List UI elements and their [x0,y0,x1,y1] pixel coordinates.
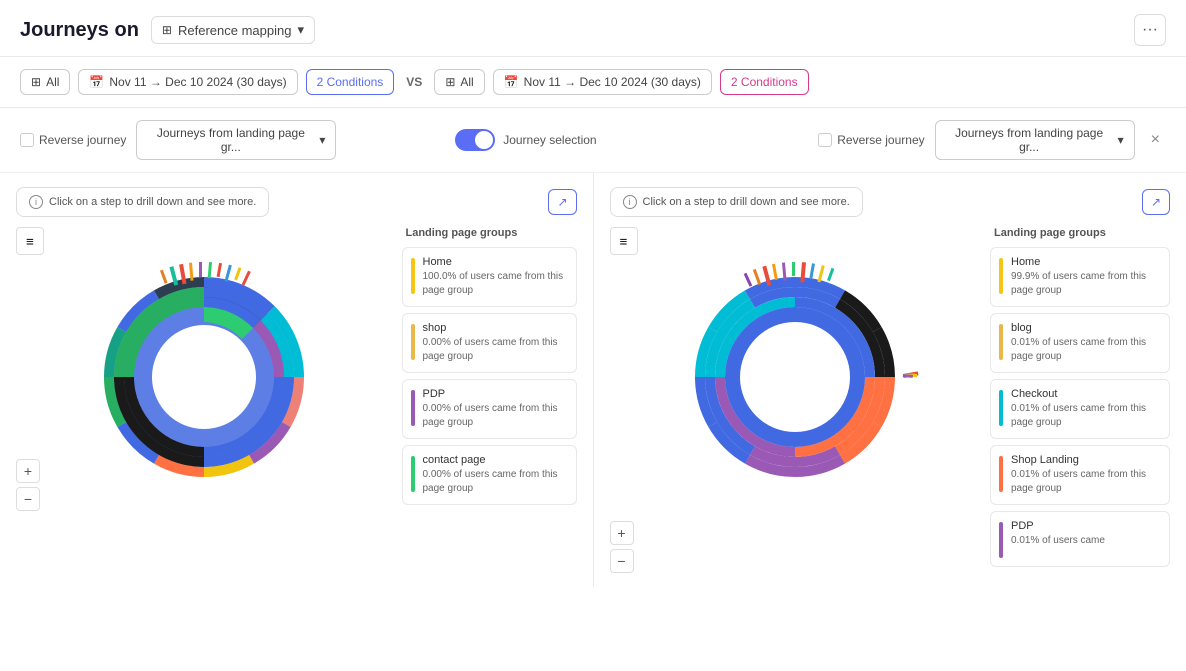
header-left: Journeys on ⊞ Reference mapping ▾ [20,16,315,44]
right-chart[interactable] [610,257,981,497]
right-legend-item-1: blog 0.01% of users came from this page … [990,313,1170,373]
left-expand-button[interactable]: ↗ [548,189,576,215]
close-icon: × [1151,131,1160,148]
left-legend-title: Landing page groups [402,227,577,239]
right-menu-button[interactable]: ≡ [610,227,638,255]
left-legend: Landing page groups Home 100.0% of users… [402,227,577,511]
right-chart-area: ≡ [610,227,981,573]
right-panel-body: ≡ [610,227,1171,573]
left-legend-item-3: contact page 0.00% of users came from th… [402,445,577,505]
ref-mapping-label: Reference mapping [178,23,291,38]
checkbox-icon-2 [818,133,832,147]
left-chart-area: ≡ [16,227,392,511]
journey-selection-toggle[interactable] [455,129,495,151]
left-menu-button[interactable]: ≡ [16,227,44,255]
legend-color-swatch-r [999,258,1003,294]
menu-icon: ≡ [26,234,34,249]
map-icon: ⊞ [162,23,172,37]
chevron-down-icon: ▾ [297,22,304,38]
page-title: Journeys on [20,19,139,42]
left-panel: i Click on a step to drill down and see … [0,173,594,587]
chevron-down-icon-2: ▾ [319,133,325,147]
left-reverse-journey-checkbox[interactable]: Reverse journey [20,133,126,147]
menu-icon-2: ≡ [620,234,628,249]
left-zoom-controls: + − [16,459,40,511]
legend-color-swatch [411,390,415,426]
more-icon: ··· [1142,21,1158,39]
left-panel-body: ≡ [16,227,577,511]
left-drill-hint: i Click on a step to drill down and see … [16,187,269,217]
right-expand-button[interactable]: ↗ [1142,189,1170,215]
right-panel: i Click on a step to drill down and see … [594,173,1186,587]
journey-selection-toggle-group: Journey selection [455,129,596,151]
right-zoom-out-button[interactable]: − [610,549,634,573]
legend-color-swatch [411,258,415,294]
right-journey-select[interactable]: Journeys from landing page gr... ▾ [935,120,1135,160]
legend-color-swatch-r [999,522,1003,558]
right-conditions-filter[interactable]: 2 Conditions [720,69,809,95]
right-sunburst-chart [675,257,915,497]
chevron-down-icon-3: ▾ [1118,133,1124,147]
grid-icon-2: ⊞ [445,75,455,89]
left-all-filter[interactable]: ⊞ All [20,69,70,95]
right-legend-title: Landing page groups [990,227,1170,239]
right-legend-items: Home 99.9% of users came from this page … [990,247,1170,567]
left-zoom-out-button[interactable]: − [16,487,40,511]
right-zoom-in-button[interactable]: + [610,521,634,545]
right-date-filter[interactable]: 📅 Nov 11 → Dec 10 2024 (30 days) [493,69,712,95]
checkbox-icon [20,133,34,147]
left-legend-items: Home 100.0% of users came from this page… [402,247,577,505]
controls-bar: Reverse journey Journeys from landing pa… [0,108,1186,173]
calendar-icon: 📅 [89,75,104,89]
legend-color-swatch-r [999,390,1003,426]
expand-icon-2: ↗ [1151,195,1161,209]
left-legend-item-2: PDP 0.00% of users came from this page g… [402,379,577,439]
legend-color-swatch [411,456,415,492]
ref-mapping-button[interactable]: ⊞ Reference mapping ▾ [151,16,315,44]
left-chart[interactable] [16,257,392,497]
legend-color-swatch-r [999,456,1003,492]
right-legend: Landing page groups Home 99.9% of users … [990,227,1170,573]
right-legend-item-3: Shop Landing 0.01% of users came from th… [990,445,1170,505]
left-date-filter[interactable]: 📅 Nov 11 → Dec 10 2024 (30 days) [78,69,297,95]
left-zoom-in-button[interactable]: + [16,459,40,483]
main-content: i Click on a step to drill down and see … [0,173,1186,587]
controls-left: Reverse journey Journeys from landing pa… [20,120,336,160]
close-right-panel-button[interactable]: × [1145,129,1166,151]
right-reverse-journey-checkbox[interactable]: Reverse journey [818,133,924,147]
legend-color-swatch-r [999,324,1003,360]
info-icon: i [29,195,43,209]
right-drill-hint: i Click on a step to drill down and see … [610,187,863,217]
calendar-icon-2: 📅 [504,75,519,89]
right-legend-item-0: Home 99.9% of users came from this page … [990,247,1170,307]
filters-bar: ⊞ All 📅 Nov 11 → Dec 10 2024 (30 days) 2… [0,57,1186,108]
right-legend-item-4: PDP 0.01% of users came [990,511,1170,567]
grid-icon: ⊞ [31,75,41,89]
info-icon-2: i [623,195,637,209]
left-conditions-filter[interactable]: 2 Conditions [306,69,395,95]
controls-right: Reverse journey Journeys from landing pa… [818,120,1166,160]
more-options-button[interactable]: ··· [1134,14,1166,46]
legend-color-swatch [411,324,415,360]
expand-icon: ↗ [557,195,567,209]
left-legend-item-1: shop 0.00% of users came from this page … [402,313,577,373]
right-zoom-controls: + − [610,521,634,573]
left-journey-select[interactable]: Journeys from landing page gr... ▾ [136,120,336,160]
left-legend-item-0: Home 100.0% of users came from this page… [402,247,577,307]
right-legend-item-2: Checkout 0.01% of users came from this p… [990,379,1170,439]
left-drill-hint-row: i Click on a step to drill down and see … [16,187,577,217]
right-all-filter[interactable]: ⊞ All [434,69,484,95]
left-sunburst-chart [84,257,324,497]
toggle-label: Journey selection [503,133,596,147]
right-drill-hint-row: i Click on a step to drill down and see … [610,187,1171,217]
vs-label: VS [402,75,426,89]
header: Journeys on ⊞ Reference mapping ▾ ··· [0,0,1186,57]
